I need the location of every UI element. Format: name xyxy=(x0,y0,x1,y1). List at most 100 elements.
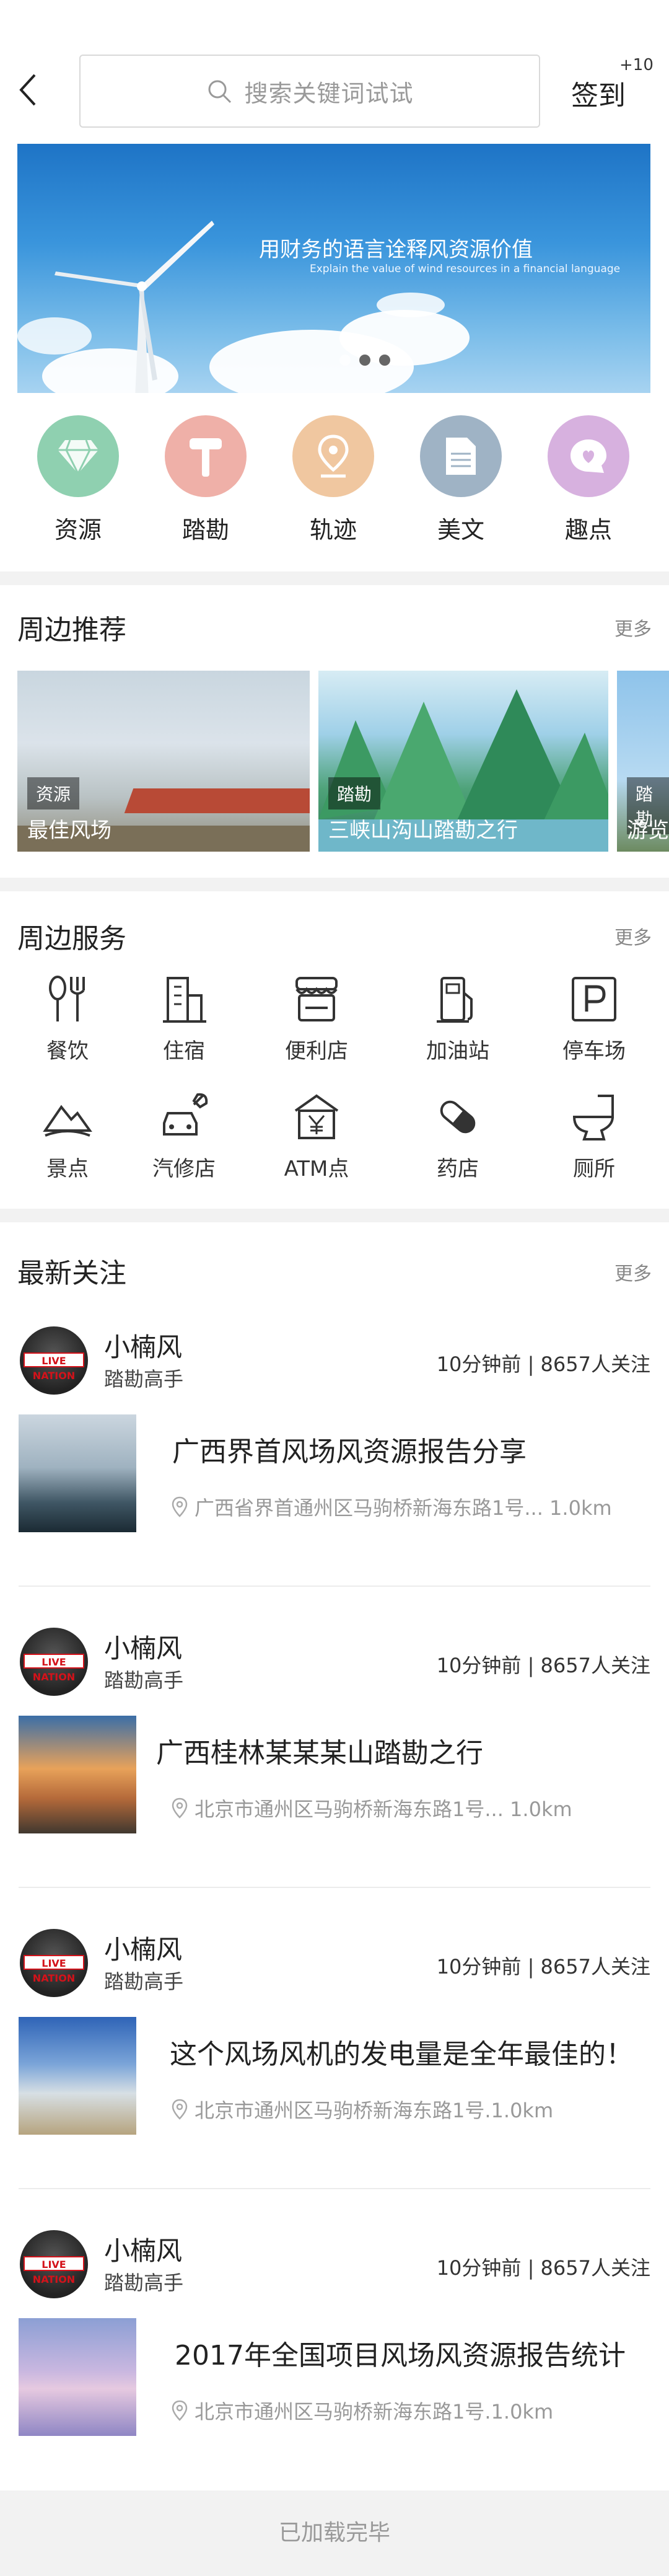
building-icon xyxy=(163,977,206,1023)
feed-more-link[interactable]: 更多 xyxy=(614,1258,652,1286)
search-placeholder: 搜索关键词试试 xyxy=(244,79,414,107)
mountain-icon xyxy=(43,1105,92,1137)
user-name: 小楠风 xyxy=(104,1332,183,1362)
service-label: 餐饮 xyxy=(46,1039,89,1064)
category-label: 美文 xyxy=(437,516,484,544)
post-location: 北京市通州区马驹桥新海东路1号... 1.0km xyxy=(171,1794,572,1822)
user-role: 踏勘高手 xyxy=(104,1669,184,1692)
user-role: 踏勘高手 xyxy=(104,1367,184,1391)
services-section-title: 周边服务 xyxy=(17,923,126,955)
load-complete-footer: 已加载完毕 xyxy=(0,2490,669,2576)
post-thumbnail xyxy=(19,1716,136,1833)
feed-item[interactable]: LIVE NATION 小楠风 踏勘高手 10分钟前 | 8657人关注 广西桂… xyxy=(0,1603,669,1904)
location-text: 北京市通州区马驹桥新海东路1号.1.0km xyxy=(195,2099,554,2122)
section-divider xyxy=(0,1209,669,1222)
heart-chat-icon xyxy=(548,415,629,497)
service-label: 厕所 xyxy=(573,1157,615,1181)
location-pin-icon xyxy=(172,2099,188,2120)
search-input[interactable]: 搜索关键词试试 xyxy=(79,55,540,128)
location-pin-icon xyxy=(292,415,374,497)
carousel-dot-active[interactable] xyxy=(359,355,370,366)
car-wrench-icon xyxy=(163,1093,208,1136)
nearby-more-link[interactable]: 更多 xyxy=(614,614,652,641)
category-interest[interactable]: 趣点 xyxy=(545,415,632,545)
service-gas-station[interactable]: 加油站 xyxy=(411,974,504,1064)
vehicle-image xyxy=(124,788,310,813)
service-auto-repair[interactable]: 汽修店 xyxy=(138,1092,230,1182)
service-parking[interactable]: 停车场 xyxy=(548,974,641,1064)
nearby-card[interactable]: 资源 最佳风场 xyxy=(17,671,310,852)
banner-carousel[interactable]: 用财务的语言诠释风资源价值 Explain the value of wind … xyxy=(17,144,650,393)
service-pharmacy[interactable]: 药店 xyxy=(411,1092,504,1182)
avatar[interactable]: LIVE NATION xyxy=(20,2230,88,2298)
back-button[interactable] xyxy=(16,71,41,108)
service-label: 便利店 xyxy=(285,1039,348,1064)
category-resources[interactable]: 资源 xyxy=(35,415,121,545)
avatar-logo-text: LIVE NATION xyxy=(24,1654,84,1683)
nearby-card[interactable]: 踏勘 游览 xyxy=(617,671,669,852)
service-toilet[interactable]: 厕所 xyxy=(548,1092,641,1182)
post-time: 10分钟前 xyxy=(436,2256,522,2280)
signin-button[interactable]: 签到 xyxy=(571,73,626,113)
service-lodging[interactable]: 住宿 xyxy=(138,974,230,1064)
diamond-icon xyxy=(37,415,119,497)
feed-divider xyxy=(19,1586,650,1587)
toilet-icon xyxy=(572,1095,614,1140)
category-articles[interactable]: 美文 xyxy=(418,415,504,545)
carousel-dot[interactable] xyxy=(379,355,390,366)
follower-count: 8657人关注 xyxy=(540,2256,650,2280)
service-label: 汽修店 xyxy=(152,1157,216,1181)
post-meta: 10分钟前 | 8657人关注 xyxy=(437,2252,650,2281)
nearby-card[interactable]: 踏勘 三峡山沟山踏勘之行 xyxy=(318,671,608,852)
post-location: 北京市通州区马驹桥新海东路1号.1.0km xyxy=(171,2095,553,2124)
gas-pump-icon xyxy=(437,977,473,1023)
service-dining[interactable]: 餐饮 xyxy=(21,974,114,1064)
service-label: 药店 xyxy=(437,1157,479,1181)
post-time: 10分钟前 xyxy=(436,1654,522,1677)
follower-count: 8657人关注 xyxy=(540,1352,650,1376)
document-icon xyxy=(420,415,502,497)
feed-section-title: 最新关注 xyxy=(17,1258,126,1289)
section-divider xyxy=(0,878,669,891)
feed-item[interactable]: LIVE NATION 小楠风 踏勘高手 10分钟前 | 8657人关注 广西界… xyxy=(0,1302,669,1603)
post-meta: 10分钟前 | 8657人关注 xyxy=(437,1650,650,1678)
feed-item[interactable]: LIVE NATION 小楠风 踏勘高手 10分钟前 | 8657人关注 这个风… xyxy=(0,1904,669,2205)
category-label: 资源 xyxy=(54,516,102,544)
follower-count: 8657人关注 xyxy=(540,1654,650,1677)
location-text: 北京市通州区马驹桥新海东路1号.1.0km xyxy=(195,2400,554,2424)
avatar[interactable]: LIVE NATION xyxy=(20,1326,88,1395)
avatar[interactable]: LIVE NATION xyxy=(20,1929,88,1997)
banner-subtitle: Explain the value of wind resources in a… xyxy=(310,263,621,275)
post-time: 10分钟前 xyxy=(436,1955,522,1978)
category-label: 踏勘 xyxy=(181,516,229,544)
category-survey[interactable]: 踏勘 xyxy=(162,415,249,545)
shop-icon xyxy=(295,977,338,1021)
service-atm[interactable]: ATM点 xyxy=(270,1092,363,1182)
avatar[interactable]: LIVE NATION xyxy=(20,1628,88,1696)
service-label: 景点 xyxy=(46,1157,89,1181)
service-convenience-store[interactable]: 便利店 xyxy=(270,974,363,1064)
services-more-link[interactable]: 更多 xyxy=(614,922,652,950)
banner-title: 用财务的语言诠释风资源价值 xyxy=(259,237,533,262)
category-track[interactable]: 轨迹 xyxy=(290,415,377,545)
location-pin-icon xyxy=(172,2400,188,2421)
post-title: 2017年全国项目风场风资源报告统计 xyxy=(175,2340,626,2371)
atm-bank-icon xyxy=(294,1094,339,1139)
card-caption: 三峡山沟山踏勘之行 xyxy=(328,818,518,843)
user-role: 踏勘高手 xyxy=(104,2271,184,2295)
category-nav: 资源 踏勘 轨迹 美文 趣点 xyxy=(0,415,669,558)
signin-bonus-badge: +10 xyxy=(619,56,654,74)
feed-divider xyxy=(19,2188,650,2189)
service-label: ATM点 xyxy=(284,1157,349,1181)
post-title: 广西桂林某某某山踏勘之行 xyxy=(156,1737,483,1769)
carousel-dot[interactable] xyxy=(339,355,351,366)
pill-icon xyxy=(440,1100,476,1134)
service-label: 停车场 xyxy=(562,1039,626,1064)
follower-count: 8657人关注 xyxy=(540,1955,650,1978)
service-attractions[interactable]: 景点 xyxy=(21,1092,114,1182)
service-label: 加油站 xyxy=(426,1039,489,1064)
feed-item[interactable]: LIVE NATION 小楠风 踏勘高手 10分钟前 | 8657人关注 201… xyxy=(0,2205,669,2507)
card-caption: 游览 xyxy=(627,818,669,843)
location-text: 广西省界首通州区马驹桥新海东路1号... 1.0km xyxy=(195,1496,612,1520)
post-location: 北京市通州区马驹桥新海东路1号.1.0km xyxy=(171,2396,553,2425)
